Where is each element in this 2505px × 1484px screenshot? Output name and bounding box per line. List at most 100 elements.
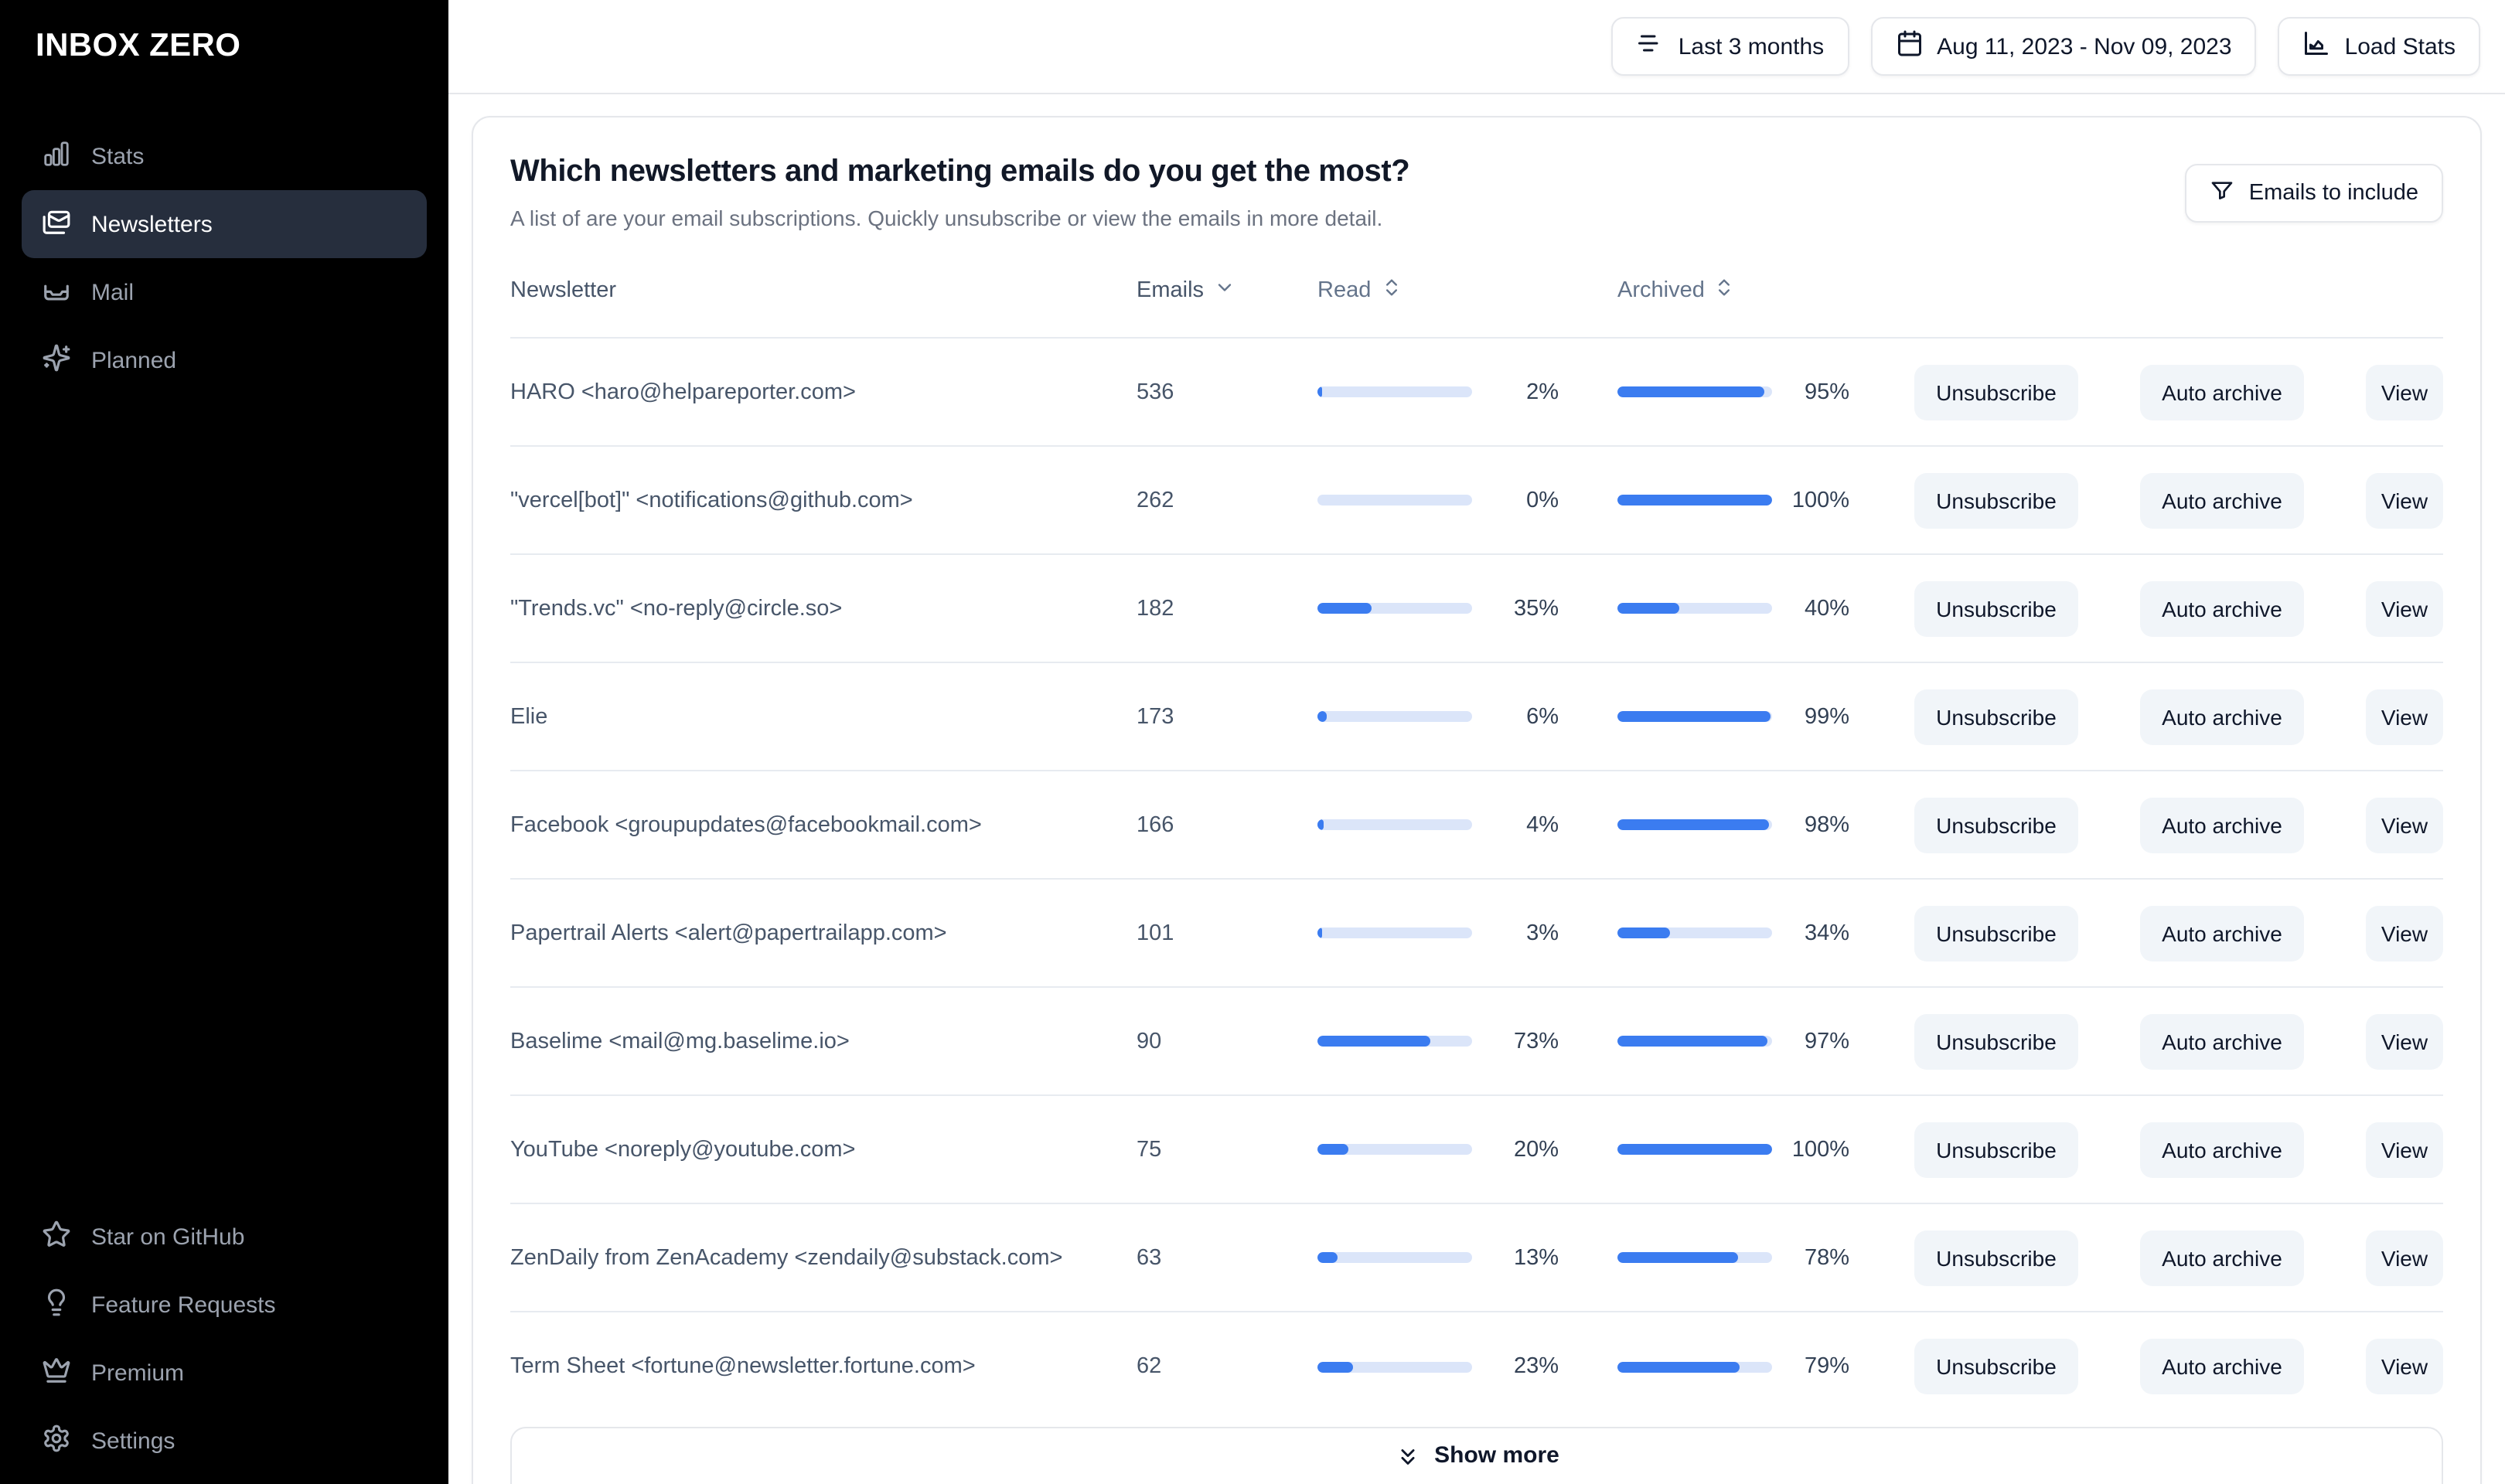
newsletter-name: "Trends.vc" <no-reply@circle.so> xyxy=(510,596,843,621)
read-percent: 20% xyxy=(1513,1137,1559,1162)
newsletters-card: Which newsletters and marketing emails d… xyxy=(472,116,2482,1484)
auto-archive-button[interactable]: Auto archive xyxy=(2140,580,2304,636)
view-button[interactable]: View xyxy=(2366,364,2443,420)
lightbulb-icon xyxy=(42,1287,71,1322)
read-percent: 73% xyxy=(1513,1029,1559,1053)
newsletter-name: YouTube <noreply@youtube.com> xyxy=(510,1137,856,1162)
read-progress-fill xyxy=(1317,1252,1338,1263)
sidebar-item-feature-requests[interactable]: Feature Requests xyxy=(22,1271,427,1339)
read-progress-bar xyxy=(1317,1252,1472,1263)
table-row: HARO <haro@helpareporter.com> 536 2% 95%… xyxy=(510,339,2443,447)
archived-progress-bar xyxy=(1617,1144,1772,1155)
sidebar-item-label: Stats xyxy=(91,143,145,169)
read-percent: 2% xyxy=(1526,380,1559,404)
sidebar-item-label: Premium xyxy=(91,1360,185,1386)
archived-progress-bar xyxy=(1617,928,1772,938)
read-progress-fill xyxy=(1317,603,1372,614)
view-button[interactable]: View xyxy=(2366,472,2443,528)
unsubscribe-button[interactable]: Unsubscribe xyxy=(1914,797,2078,853)
auto-archive-button[interactable]: Auto archive xyxy=(2140,1013,2304,1069)
view-button[interactable]: View xyxy=(2366,797,2443,853)
unsubscribe-button[interactable]: Unsubscribe xyxy=(1914,1230,2078,1285)
sidebar-item-mail[interactable]: Mail xyxy=(22,258,427,326)
view-button[interactable]: View xyxy=(2366,1122,2443,1177)
sidebar-item-star-on-github[interactable]: Star on GitHub xyxy=(22,1203,427,1271)
view-button[interactable]: View xyxy=(2366,905,2443,961)
emails-to-include-button[interactable]: Emails to include xyxy=(2185,164,2443,223)
archived-progress-fill xyxy=(1617,711,1771,722)
show-more-button[interactable]: Show more xyxy=(510,1427,2443,1484)
unsubscribe-button[interactable]: Unsubscribe xyxy=(1914,1013,2078,1069)
archived-percent: 34% xyxy=(1804,921,1849,945)
sidebar-item-planned[interactable]: Planned xyxy=(22,326,427,394)
unsubscribe-button[interactable]: Unsubscribe xyxy=(1914,1339,2078,1394)
newsletter-name: Papertrail Alerts <alert@papertrailapp.c… xyxy=(510,921,947,945)
unsubscribe-button[interactable]: Unsubscribe xyxy=(1914,580,2078,636)
top-bar: Last 3 months Aug 11, 2023 - Nov 09, 202… xyxy=(448,0,2505,94)
table-body: HARO <haro@helpareporter.com> 536 2% 95%… xyxy=(510,339,2443,1421)
table-row: Baselime <mail@mg.baselime.io> 90 73% 97… xyxy=(510,988,2443,1096)
date-range-button[interactable]: Aug 11, 2023 - Nov 09, 2023 xyxy=(1870,17,2257,76)
unsubscribe-button[interactable]: Unsubscribe xyxy=(1914,1122,2078,1177)
auto-archive-button[interactable]: Auto archive xyxy=(2140,472,2304,528)
read-progress-bar xyxy=(1317,711,1472,722)
filter-lines-icon xyxy=(1637,29,1665,63)
sidebar-item-stats[interactable]: Stats xyxy=(22,122,427,190)
table-row: YouTube <noreply@youtube.com> 75 20% 100… xyxy=(510,1096,2443,1204)
archived-progress-fill xyxy=(1617,1144,1772,1155)
archived-progress-fill xyxy=(1617,1361,1740,1372)
period-select-button[interactable]: Last 3 months xyxy=(1611,17,1849,76)
newsletter-name: "vercel[bot]" <notifications@github.com> xyxy=(510,488,913,512)
auto-archive-button[interactable]: Auto archive xyxy=(2140,797,2304,853)
auto-archive-button[interactable]: Auto archive xyxy=(2140,905,2304,961)
auto-archive-button[interactable]: Auto archive xyxy=(2140,364,2304,420)
sidebar-item-newsletters[interactable]: Newsletters xyxy=(22,190,427,258)
sidebar-footer: Star on GitHub Feature Requests Premium … xyxy=(22,1203,427,1484)
sidebar-item-premium[interactable]: Premium xyxy=(22,1339,427,1407)
sidebar-item-settings[interactable]: Settings xyxy=(22,1407,427,1475)
read-percent: 23% xyxy=(1513,1354,1559,1379)
auto-archive-button[interactable]: Auto archive xyxy=(2140,1122,2304,1177)
archived-progress-bar xyxy=(1617,711,1772,722)
sidebar-item-label: Star on GitHub xyxy=(91,1224,245,1250)
emails-count: 182 xyxy=(1137,596,1174,621)
read-progress-bar xyxy=(1317,928,1472,938)
newsletter-name: ZenDaily from ZenAcademy <zendaily@subst… xyxy=(510,1245,1063,1270)
read-progress-bar xyxy=(1317,386,1472,397)
auto-archive-button[interactable]: Auto archive xyxy=(2140,689,2304,744)
read-progress-fill xyxy=(1317,1144,1348,1155)
view-button[interactable]: View xyxy=(2366,1230,2443,1285)
auto-archive-button[interactable]: Auto archive xyxy=(2140,1230,2304,1285)
view-button[interactable]: View xyxy=(2366,1339,2443,1394)
read-progress-fill xyxy=(1317,819,1324,830)
read-progress-bar xyxy=(1317,495,1472,505)
page-title: Which newsletters and marketing emails d… xyxy=(510,155,1410,189)
read-progress-fill xyxy=(1317,928,1322,938)
view-button[interactable]: View xyxy=(2366,1013,2443,1069)
column-header-emails[interactable]: Emails xyxy=(1137,276,1317,304)
auto-archive-button[interactable]: Auto archive xyxy=(2140,1339,2304,1394)
read-percent: 6% xyxy=(1526,704,1559,729)
column-header-read[interactable]: Read xyxy=(1317,276,1472,304)
newsletter-name: Baselime <mail@mg.baselime.io> xyxy=(510,1029,850,1053)
read-progress-bar xyxy=(1317,603,1472,614)
unsubscribe-button[interactable]: Unsubscribe xyxy=(1914,364,2078,420)
read-progress-fill xyxy=(1317,711,1327,722)
archived-percent: 97% xyxy=(1804,1029,1849,1053)
unsubscribe-button[interactable]: Unsubscribe xyxy=(1914,905,2078,961)
page-subtitle: A list of are your email subscriptions. … xyxy=(510,206,1383,230)
chevrons-up-down-icon xyxy=(1714,276,1736,304)
read-percent: 35% xyxy=(1513,596,1559,621)
unsubscribe-button[interactable]: Unsubscribe xyxy=(1914,689,2078,744)
unsubscribe-button[interactable]: Unsubscribe xyxy=(1914,472,2078,528)
column-header-archived[interactable]: Archived xyxy=(1617,276,1772,304)
funnel-icon xyxy=(2210,178,2235,209)
archived-progress-bar xyxy=(1617,1252,1772,1263)
load-stats-button[interactable]: Load Stats xyxy=(2278,17,2480,76)
view-button[interactable]: View xyxy=(2366,689,2443,744)
archived-percent: 98% xyxy=(1804,812,1849,837)
emails-count: 101 xyxy=(1137,921,1174,945)
bar-chart-icon xyxy=(42,138,71,174)
view-button[interactable]: View xyxy=(2366,580,2443,636)
chevrons-up-down-icon xyxy=(1380,276,1402,304)
